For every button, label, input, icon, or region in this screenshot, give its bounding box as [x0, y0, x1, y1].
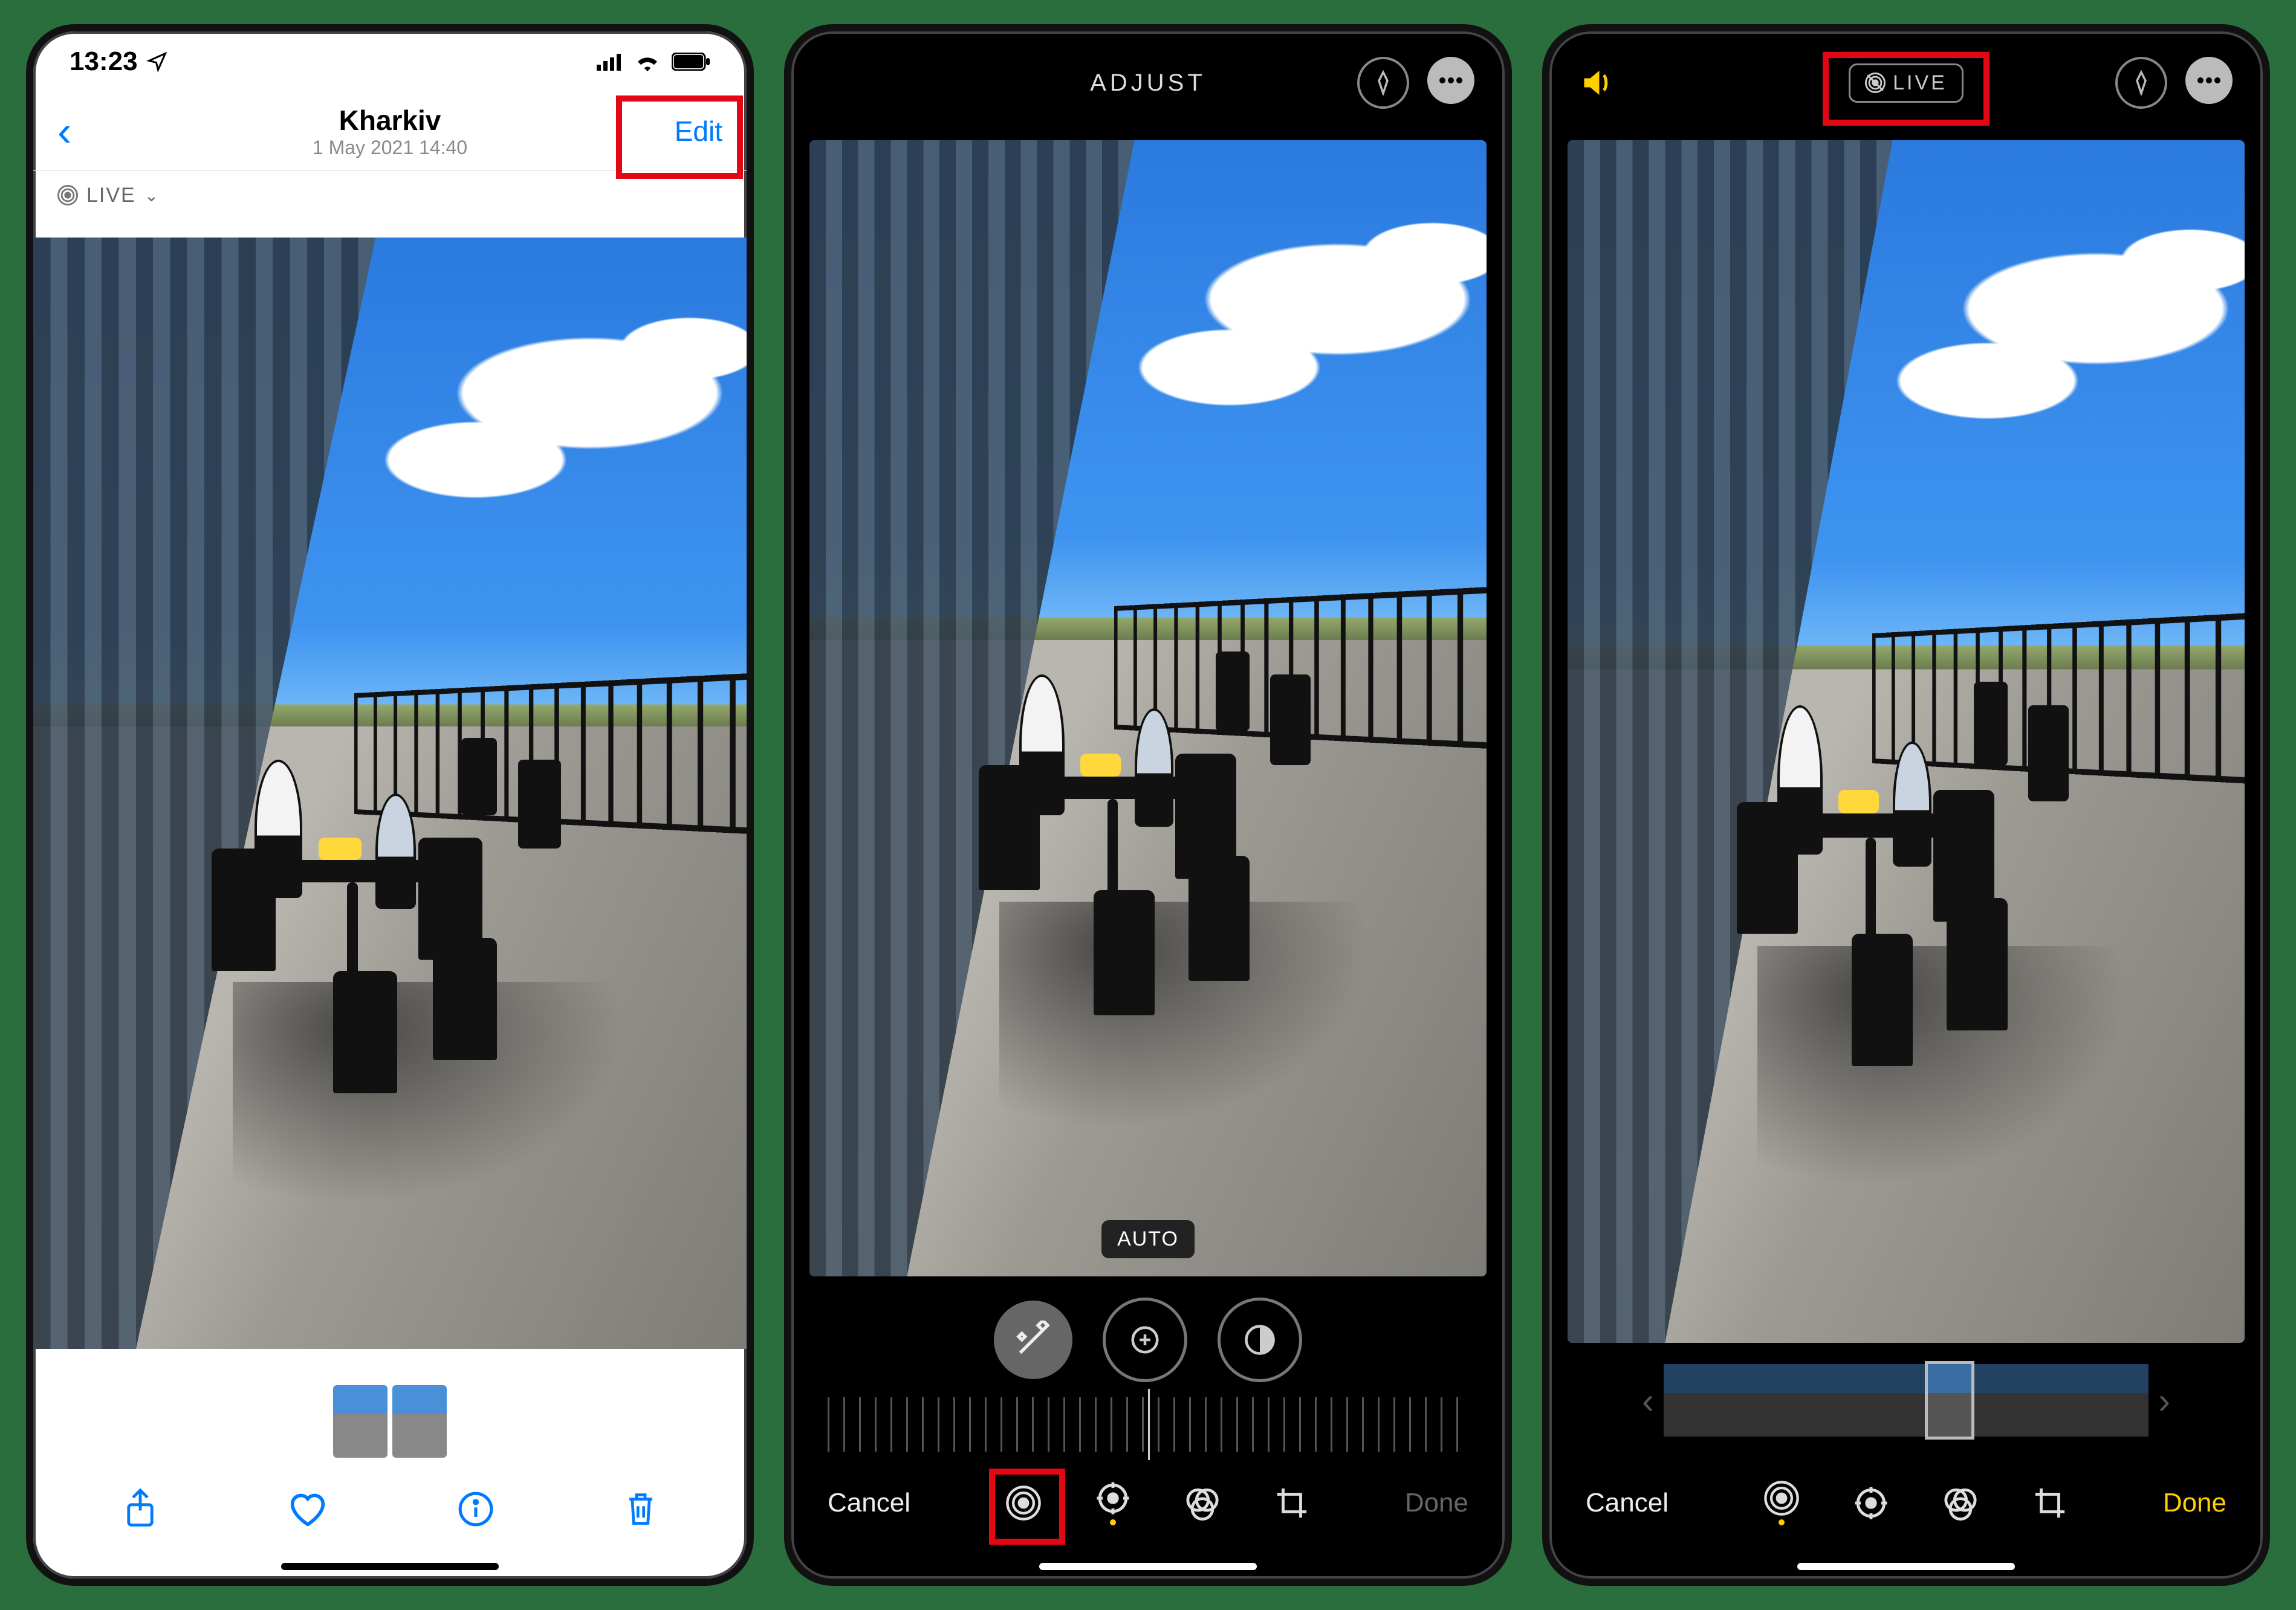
- edit-footer: Cancel Done: [1549, 1452, 2263, 1554]
- live-tab-icon[interactable]: [1006, 1486, 1041, 1521]
- adjust-slider[interactable]: [828, 1397, 1468, 1452]
- favorite-button[interactable]: [287, 1490, 328, 1528]
- exposure-button[interactable]: [1103, 1298, 1187, 1382]
- auto-enhance-button[interactable]: [994, 1301, 1072, 1379]
- frame-thumb[interactable]: [1974, 1364, 2018, 1437]
- thumbnail[interactable]: [333, 1385, 388, 1458]
- photo-location-title: Kharkiv: [33, 104, 747, 137]
- auto-label: AUTO: [1101, 1220, 1195, 1258]
- done-button[interactable]: Done: [2163, 1488, 2226, 1518]
- battery-icon: [672, 53, 710, 71]
- live-off-icon: [1865, 73, 1886, 93]
- delete-button[interactable]: [623, 1489, 658, 1529]
- frame-thumb[interactable]: [1881, 1364, 1925, 1437]
- adjust-tab-icon[interactable]: [1853, 1486, 1889, 1521]
- live-label: LIVE: [86, 184, 136, 207]
- frame-thumb[interactable]: [2105, 1364, 2148, 1437]
- frame-thumb[interactable]: [1838, 1364, 1881, 1437]
- film-next-icon[interactable]: ›: [2148, 1380, 2180, 1421]
- markup-button[interactable]: [1357, 57, 1409, 109]
- live-badge[interactable]: LIVE ⌄: [33, 171, 747, 219]
- info-button[interactable]: [457, 1490, 495, 1528]
- edit-button[interactable]: Edit: [675, 115, 722, 147]
- photo-preview[interactable]: [33, 238, 747, 1349]
- live-toggle-label: LIVE: [1893, 71, 1947, 95]
- home-indicator[interactable]: [33, 1554, 747, 1579]
- chevron-down-icon: ⌄: [144, 186, 160, 205]
- frame-thumb[interactable]: [1751, 1364, 1794, 1437]
- film-prev-icon[interactable]: ‹: [1632, 1380, 1664, 1421]
- more-button[interactable]: [1427, 57, 1474, 104]
- edit-header: LIVE: [1549, 31, 2263, 134]
- key-frame-strip[interactable]: ‹ ›: [1549, 1349, 2263, 1452]
- edit-header: ADJUST: [791, 31, 1505, 134]
- adjust-controls: [791, 1282, 1505, 1397]
- cellular-icon: [597, 53, 623, 71]
- home-indicator[interactable]: [1549, 1554, 2263, 1579]
- cancel-button[interactable]: Cancel: [1586, 1488, 1668, 1518]
- frame-thumb[interactable]: [1794, 1364, 1838, 1437]
- done-button[interactable]: Done: [1405, 1488, 1468, 1518]
- status-time: 13:23: [70, 47, 138, 77]
- nav-bar: ‹ Kharkiv 1 May 2021 14:40 Edit: [33, 92, 747, 171]
- live-icon: [57, 185, 78, 205]
- location-arrow-icon: [146, 51, 168, 73]
- share-button[interactable]: [122, 1487, 158, 1531]
- frame-thumb[interactable]: [1664, 1364, 1707, 1437]
- frame-thumb[interactable]: [2061, 1364, 2105, 1437]
- cancel-button[interactable]: Cancel: [828, 1488, 910, 1518]
- status-bar: 13:23: [33, 31, 747, 92]
- bottom-toolbar: [33, 1464, 747, 1554]
- thumbnail[interactable]: [392, 1385, 447, 1458]
- frame-thumb-selected[interactable]: [1925, 1361, 1974, 1440]
- wifi-icon: [634, 52, 661, 71]
- frame-thumb[interactable]: [1707, 1364, 1751, 1437]
- back-button[interactable]: ‹: [57, 107, 71, 155]
- thumbnail-strip[interactable]: [33, 1379, 747, 1464]
- edit-live-screen: LIVE ‹: [1542, 24, 2270, 1586]
- filters-tab-icon[interactable]: [1943, 1486, 1978, 1521]
- edit-adjust-screen: ADJUST AUTO: [784, 24, 1512, 1586]
- frame-thumb[interactable]: [2018, 1364, 2061, 1437]
- edit-photo-canvas[interactable]: AUTO: [809, 140, 1487, 1276]
- edit-footer: Cancel: [791, 1452, 1505, 1554]
- edit-photo-canvas[interactable]: [1568, 140, 2245, 1343]
- brilliance-button[interactable]: [1218, 1298, 1302, 1382]
- home-indicator[interactable]: [791, 1554, 1505, 1579]
- photos-detail-screen: 13:23 ‹ Kharkiv 1 May 2: [26, 24, 754, 1586]
- filters-tab-icon[interactable]: [1185, 1486, 1220, 1521]
- crop-tab-icon[interactable]: [1274, 1486, 1309, 1521]
- crop-tab-icon[interactable]: [2032, 1486, 2067, 1521]
- photo-datetime: 1 May 2021 14:40: [33, 137, 747, 159]
- live-tab-icon[interactable]: [1764, 1481, 1799, 1525]
- adjust-tab-icon[interactable]: [1095, 1481, 1130, 1525]
- live-toggle[interactable]: LIVE: [1849, 63, 1964, 103]
